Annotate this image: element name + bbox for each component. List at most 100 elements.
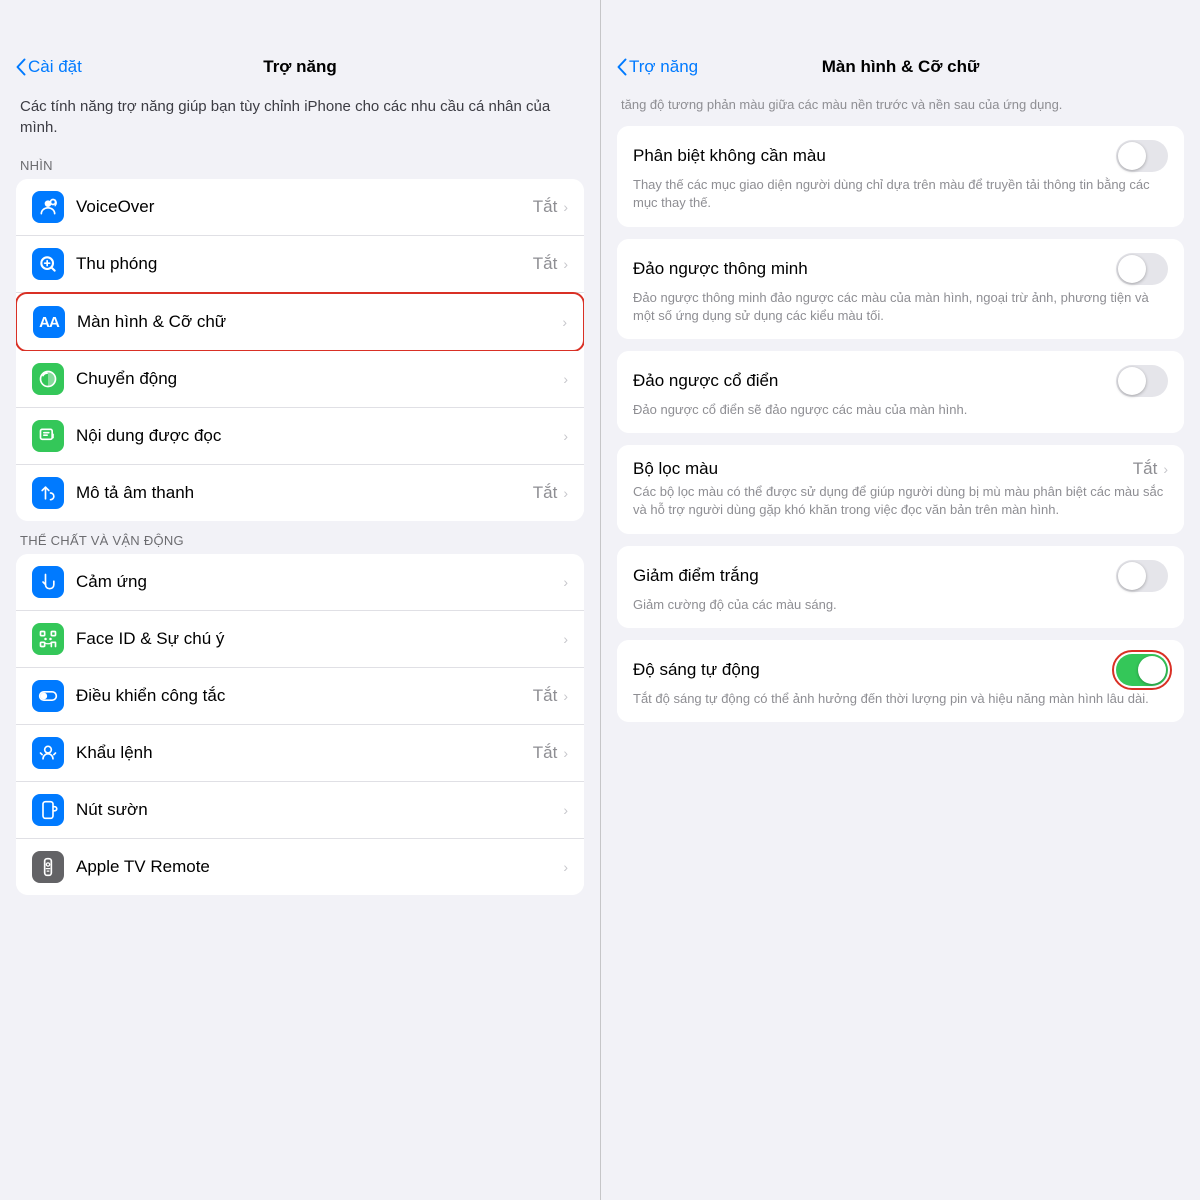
zoom-chevron: › xyxy=(563,256,568,272)
bo-loc-mau-value: Tắt xyxy=(1133,459,1158,479)
left-back-button[interactable]: Cài đặt xyxy=(16,57,82,77)
phan-biet-toggle[interactable] xyxy=(1116,140,1168,172)
giam-diem-trang-header: Giảm điểm trắng xyxy=(633,560,1168,592)
left-content: Các tính năng trợ năng giúp bạn tùy chỉn… xyxy=(0,88,600,1200)
do-sang-toggle[interactable] xyxy=(1116,654,1168,686)
left-back-label: Cài đặt xyxy=(28,57,82,77)
nhin-group: VoiceOver Tắt › Thu phóng Tắt › AA Màn h… xyxy=(16,179,584,521)
do-sang-group: Độ sáng tự động Tắt độ sáng tự động có t… xyxy=(617,640,1184,722)
voiceover-value: Tắt xyxy=(533,197,558,217)
do-sang-desc: Tắt độ sáng tự động có thể ảnh hưởng đến… xyxy=(633,690,1149,708)
audiodesc-chevron: › xyxy=(563,485,568,501)
faceid-row[interactable]: Face ID & Sự chú ý › xyxy=(16,611,584,668)
phan-biet-desc: Thay thế các mục giao diện người dùng ch… xyxy=(633,176,1168,212)
phan-biet-header: Phân biệt không cần màu xyxy=(633,140,1168,172)
left-title: Trợ năng xyxy=(263,57,336,77)
giam-diem-trang-toggle[interactable] xyxy=(1116,560,1168,592)
voiceover-label: VoiceOver xyxy=(76,197,533,217)
voice-label: Khẩu lệnh xyxy=(76,743,533,763)
section-label-nhin: NHÌN xyxy=(16,158,584,179)
appletv-chevron: › xyxy=(563,859,568,875)
display-icon: AA xyxy=(33,306,65,338)
bo-loc-mau-label: Bộ lọc màu xyxy=(633,459,1133,479)
thchat-group: Cảm ứng › Face ID & Sự chú ý › Điều khiể… xyxy=(16,554,584,895)
zoom-icon xyxy=(32,248,64,280)
spoken-row[interactable]: Nội dung được đọc › xyxy=(16,408,584,465)
bo-loc-mau-row[interactable]: Bộ lọc màu Tắt › Các bộ lọc màu có thể đ… xyxy=(617,445,1184,533)
zoom-label: Thu phóng xyxy=(76,254,533,274)
touch-chevron: › xyxy=(563,574,568,590)
spoken-chevron: › xyxy=(563,428,568,444)
do-sang-label: Độ sáng tự động xyxy=(633,660,1116,680)
switch-row[interactable]: Điều khiển công tắc Tắt › xyxy=(16,668,584,725)
side-row[interactable]: Nút sườn › xyxy=(16,782,584,839)
switch-chevron: › xyxy=(563,688,568,704)
audiodesc-value: Tắt xyxy=(533,483,558,503)
motion-label: Chuyển động xyxy=(76,369,563,389)
voiceover-chevron: › xyxy=(563,199,568,215)
giam-diem-trang-row[interactable]: Giảm điểm trắng Giảm cường độ của các mà… xyxy=(617,546,1184,628)
left-description: Các tính năng trợ năng giúp bạn tùy chỉn… xyxy=(16,88,584,154)
dao-nguoc-co-dien-group: Đảo ngược cổ điển Đảo ngược cổ điển sẽ đ… xyxy=(617,351,1184,433)
appletv-row[interactable]: Apple TV Remote › xyxy=(16,839,584,895)
faceid-chevron: › xyxy=(563,631,568,647)
right-title: Màn hình & Cỡ chữ xyxy=(822,57,980,77)
spoken-icon xyxy=(32,420,64,452)
dao-nguoc-thong-minh-desc: Đảo ngược thông minh đảo ngược các màu c… xyxy=(633,289,1168,325)
voice-icon xyxy=(32,737,64,769)
touch-row[interactable]: Cảm ứng › xyxy=(16,554,584,611)
motion-chevron: › xyxy=(563,371,568,387)
dao-nguoc-thong-minh-row[interactable]: Đảo ngược thông minh Đảo ngược thông min… xyxy=(617,239,1184,339)
switch-label: Điều khiển công tắc xyxy=(76,686,533,706)
spoken-label: Nội dung được đọc xyxy=(76,426,563,446)
side-icon xyxy=(32,794,64,826)
motion-row[interactable]: Chuyển động › xyxy=(16,351,584,408)
dao-nguoc-thong-minh-toggle[interactable] xyxy=(1116,253,1168,285)
faceid-label: Face ID & Sự chú ý xyxy=(76,629,563,649)
appletv-icon xyxy=(32,851,64,883)
right-panel: Trợ năng Màn hình & Cỡ chữ tăng độ tương… xyxy=(600,0,1200,1200)
voiceover-icon xyxy=(32,191,64,223)
right-scroll-top: tăng độ tương phản màu giữa các màu nền … xyxy=(617,88,1184,126)
audiodesc-label: Mô tả âm thanh xyxy=(76,483,533,503)
right-nav-bar: Trợ năng Màn hình & Cỡ chữ xyxy=(601,0,1200,88)
giam-diem-trang-group: Giảm điểm trắng Giảm cường độ của các mà… xyxy=(617,546,1184,628)
phan-biet-label: Phân biệt không cần màu xyxy=(633,146,1116,166)
voice-value: Tắt xyxy=(533,743,558,763)
switch-icon xyxy=(32,680,64,712)
display-chevron: › xyxy=(562,314,567,330)
dao-nguoc-co-dien-header: Đảo ngược cổ điển xyxy=(633,365,1168,397)
zoom-value: Tắt xyxy=(533,254,558,274)
bo-loc-mau-desc: Các bộ lọc màu có thể được sử dụng để gi… xyxy=(633,483,1168,519)
dao-nguoc-co-dien-row[interactable]: Đảo ngược cổ điển Đảo ngược cổ điển sẽ đ… xyxy=(617,351,1184,433)
bo-loc-mau-group: Bộ lọc màu Tắt › Các bộ lọc màu có thể đ… xyxy=(617,445,1184,533)
do-sang-row[interactable]: Độ sáng tự động Tắt độ sáng tự động có t… xyxy=(617,640,1184,722)
right-content: tăng độ tương phản màu giữa các màu nền … xyxy=(601,88,1200,1200)
audiodesc-row[interactable]: Mô tả âm thanh Tắt › xyxy=(16,465,584,521)
dao-nguoc-thong-minh-header: Đảo ngược thông minh xyxy=(633,253,1168,285)
dao-nguoc-co-dien-toggle[interactable] xyxy=(1116,365,1168,397)
left-nav-bar: Cài đặt Trợ năng xyxy=(0,0,600,88)
giam-diem-trang-label: Giảm điểm trắng xyxy=(633,566,1116,586)
right-back-button[interactable]: Trợ năng xyxy=(617,57,698,77)
touch-label: Cảm ứng xyxy=(76,572,563,592)
touch-icon xyxy=(32,566,64,598)
voice-row[interactable]: Khẩu lệnh Tắt › xyxy=(16,725,584,782)
phan-biet-row[interactable]: Phân biệt không cần màu Thay thế các mục… xyxy=(617,126,1184,226)
side-chevron: › xyxy=(563,802,568,818)
switch-value: Tắt xyxy=(533,686,558,706)
appletv-label: Apple TV Remote xyxy=(76,857,563,877)
display-row[interactable]: AA Màn hình & Cỡ chữ › xyxy=(16,292,584,352)
phan-biet-group: Phân biệt không cần màu Thay thế các mục… xyxy=(617,126,1184,226)
zoom-row[interactable]: Thu phóng Tắt › xyxy=(16,236,584,293)
faceid-icon xyxy=(32,623,64,655)
section-label-thchat: THỂ CHẤT VÀ VẬN ĐỘNG xyxy=(16,533,584,554)
giam-diem-trang-desc: Giảm cường độ của các màu sáng. xyxy=(633,596,837,614)
bo-loc-mau-chevron: › xyxy=(1163,461,1168,477)
display-label: Màn hình & Cỡ chữ xyxy=(77,312,562,332)
dao-nguoc-thong-minh-label: Đảo ngược thông minh xyxy=(633,259,1116,279)
left-panel: Cài đặt Trợ năng Các tính năng trợ năng … xyxy=(0,0,600,1200)
side-label: Nút sườn xyxy=(76,800,563,820)
voiceover-row[interactable]: VoiceOver Tắt › xyxy=(16,179,584,236)
bo-loc-mau-header: Bộ lọc màu Tắt › xyxy=(633,459,1168,479)
